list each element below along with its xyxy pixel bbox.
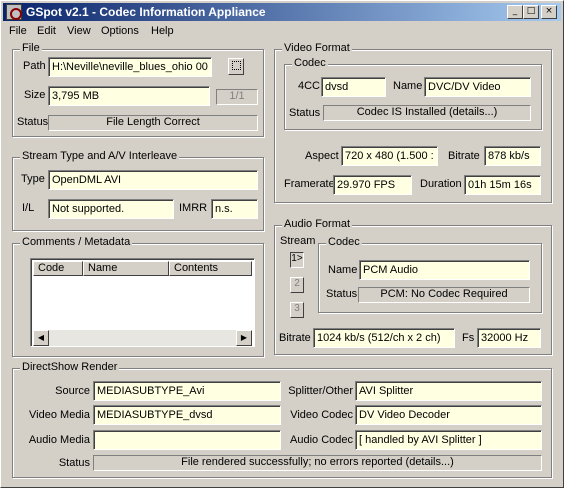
video-name-label: Name bbox=[393, 80, 423, 92]
splitter-field: AVI Splitter bbox=[355, 381, 542, 401]
type-field: OpenDML AVI bbox=[48, 170, 258, 190]
stream-type-group: Stream Type and A/V Interleave bbox=[12, 150, 264, 231]
audio-stream-1-button[interactable]: 1> bbox=[290, 252, 304, 268]
column-header-code[interactable]: Code bbox=[33, 261, 83, 276]
audio-stream-2-button[interactable]: 2 bbox=[290, 277, 304, 293]
type-label: Type bbox=[21, 173, 45, 185]
il-field: Not supported. bbox=[48, 199, 174, 219]
audio-codec-label: Audio Codec bbox=[290, 434, 353, 446]
path-field[interactable]: H:\Neville\neville_blues_ohio 00 bbox=[48, 57, 212, 77]
size-label: Size bbox=[24, 89, 46, 101]
render-status-button[interactable]: File rendered successfully; no errors re… bbox=[93, 455, 542, 471]
gspot-app-icon[interactable] bbox=[6, 4, 22, 20]
audio-name-field: PCM Audio bbox=[359, 260, 530, 280]
audio-format-group-label: Audio Format bbox=[282, 218, 353, 230]
menu-edit[interactable]: Edit bbox=[37, 25, 56, 37]
audio-codec-group-label: Codec bbox=[326, 236, 362, 248]
close-button[interactable]: × bbox=[541, 5, 557, 19]
aspect-field: 720 x 480 (1.500 : bbox=[341, 146, 438, 166]
duration-field: 01h 15m 16s bbox=[464, 175, 541, 195]
column-header-contents[interactable]: Contents bbox=[169, 261, 252, 276]
duration-label: Duration bbox=[420, 178, 462, 190]
scroll-left-icon[interactable]: ◀ bbox=[33, 330, 49, 346]
video-format-group-label: Video Format bbox=[282, 42, 352, 54]
video-codec-status-button[interactable]: Codec IS Installed (details...) bbox=[323, 105, 531, 121]
framerate-field: 29.970 FPS bbox=[333, 175, 412, 195]
source-field: MEDIASUBTYPE_Avi bbox=[93, 381, 281, 401]
menu-options[interactable]: Options bbox=[101, 25, 139, 37]
file-group-label: File bbox=[20, 42, 42, 54]
audio-codec-status-value[interactable]: PCM: No Codec Required bbox=[358, 287, 530, 303]
aspect-label: Aspect bbox=[305, 150, 339, 162]
fs-label: Fs bbox=[462, 332, 475, 344]
browse-icon bbox=[231, 61, 241, 70]
menu-file[interactable]: File bbox=[9, 25, 27, 37]
audio-bitrate-label: Bitrate bbox=[279, 332, 311, 344]
menu-bar: File Edit View Options Help bbox=[3, 22, 561, 40]
audio-stream-label: Stream bbox=[280, 235, 316, 247]
video-codec-label: Video Codec bbox=[290, 409, 353, 421]
column-header-name[interactable]: Name bbox=[83, 261, 169, 276]
gspot-window: GSpot v2.1 - Codec Information Appliance… bbox=[0, 0, 564, 488]
file-status-value: File Length Correct bbox=[48, 115, 258, 131]
source-label: Source bbox=[55, 385, 90, 397]
imrr-label: IMRR bbox=[179, 202, 208, 214]
video-codec-field: DV Video Decoder bbox=[355, 405, 542, 425]
path-label: Path bbox=[23, 60, 46, 72]
il-label: I/L bbox=[22, 202, 35, 214]
video-media-label: Video Media bbox=[29, 409, 90, 421]
menu-help[interactable]: Help bbox=[151, 25, 174, 37]
video-status-label: Status bbox=[289, 107, 321, 119]
video-name-field: DVC/DV Video bbox=[424, 77, 531, 97]
audio-status-label: Status bbox=[326, 288, 358, 300]
audio-media-field bbox=[93, 430, 281, 450]
file-status-label: Status bbox=[17, 116, 49, 128]
imrr-field: n.s. bbox=[211, 199, 258, 219]
fs-field: 32000 Hz bbox=[477, 328, 541, 348]
size-field: 3,795 MB bbox=[48, 86, 210, 106]
menu-view[interactable]: View bbox=[67, 25, 91, 37]
browse-button[interactable] bbox=[228, 58, 244, 75]
audio-bitrate-field: 1024 kb/s (512/ch x 2 ch) bbox=[313, 328, 455, 348]
audio-name-label: Name bbox=[328, 264, 358, 276]
scroll-right-icon[interactable]: ▶ bbox=[236, 330, 252, 346]
window-title: GSpot v2.1 - Codec Information Appliance bbox=[26, 5, 266, 19]
framerate-label: Framerate bbox=[284, 178, 335, 190]
video-codec-group-label: Codec bbox=[292, 57, 328, 69]
audio-media-label: Audio Media bbox=[28, 434, 90, 446]
comments-list[interactable]: Code Name Contents ◀ ▶ bbox=[30, 258, 255, 347]
audio-codec-field: [ handled by AVI Splitter ] bbox=[355, 430, 542, 450]
directshow-render-group-label: DirectShow Render bbox=[20, 361, 120, 373]
splitter-label: Splitter/Other bbox=[288, 385, 353, 397]
part-indicator: 1/1 bbox=[216, 89, 258, 105]
fourcc-field: dvsd bbox=[321, 77, 386, 97]
minimize-button[interactable]: _ bbox=[507, 5, 523, 19]
comments-group-label: Comments / Metadata bbox=[20, 236, 133, 248]
stream-type-group-label: Stream Type and A/V Interleave bbox=[20, 150, 180, 162]
video-media-field: MEDIASUBTYPE_dvsd bbox=[93, 405, 281, 425]
horizontal-scrollbar[interactable]: ◀ ▶ bbox=[33, 330, 252, 346]
render-status-label: Status bbox=[58, 457, 90, 469]
title-bar[interactable]: GSpot v2.1 - Codec Information Appliance… bbox=[3, 3, 561, 21]
audio-stream-3-button[interactable]: 3 bbox=[290, 302, 304, 318]
maximize-button[interactable]: □ bbox=[523, 5, 539, 19]
video-bitrate-field: 878 kb/s bbox=[484, 146, 541, 166]
video-bitrate-label: Bitrate bbox=[448, 150, 480, 162]
fourcc-label: 4CC bbox=[298, 80, 321, 92]
